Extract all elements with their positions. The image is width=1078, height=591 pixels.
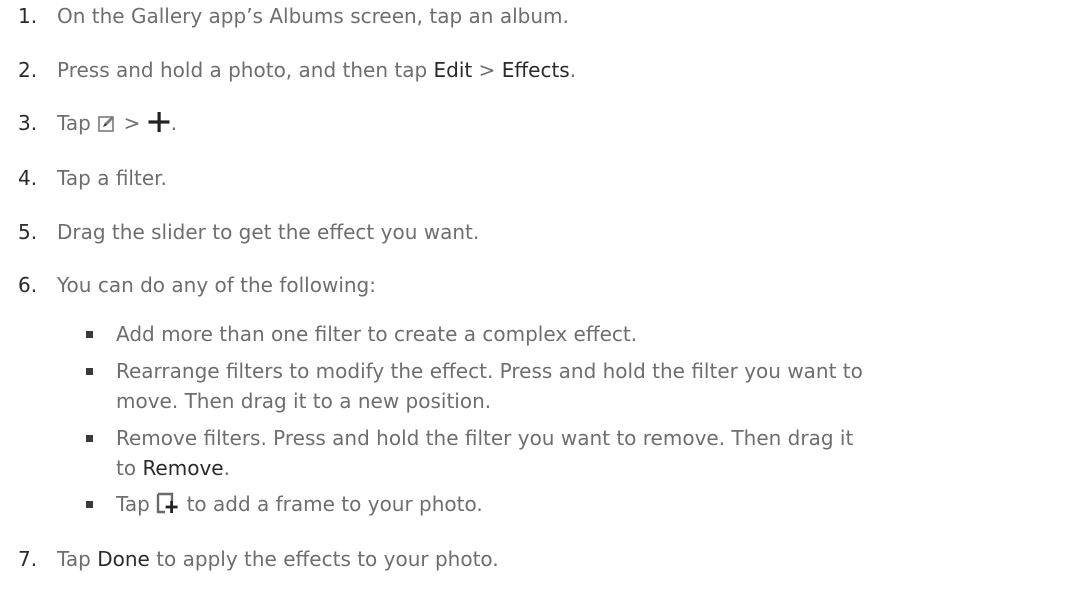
bullet-text: Tap xyxy=(116,492,157,516)
step-1: 1. On the Gallery app’s Albums screen, ta… xyxy=(18,2,569,30)
step-number: 5. xyxy=(18,220,38,244)
done-label: Done xyxy=(97,547,150,571)
step-text: > xyxy=(117,111,147,135)
step-text: Drag the slider to get the effect you wa… xyxy=(57,220,480,244)
step-4: 4. Tap a filter. xyxy=(18,164,167,192)
step-number: 6. xyxy=(18,273,38,297)
add-frame-icon xyxy=(156,492,180,521)
instructions-document: 1. On the Gallery app’s Albums screen, ta… xyxy=(0,0,1078,591)
step-text: Tap xyxy=(57,111,98,135)
step-3: 3. Tap > . xyxy=(18,109,177,140)
step-text: On the Gallery app’s Albums screen, tap … xyxy=(57,4,569,28)
bullet-marker xyxy=(86,435,93,442)
step-6: 6. You can do any of the following: xyxy=(18,271,376,299)
step-text: > xyxy=(472,58,502,82)
step-number: 7. xyxy=(18,547,38,571)
edit-label: Edit xyxy=(433,58,473,82)
step-text: Tap a filter. xyxy=(57,166,167,190)
step-7: 7. Tap Done to apply the effects to your … xyxy=(18,545,499,573)
bullet-text-line: to Remove. xyxy=(116,454,230,482)
step-text: . xyxy=(569,58,577,82)
bullet-text: . xyxy=(223,456,230,480)
step-text: . xyxy=(170,111,178,135)
step-text: Press and hold a photo, and then tap xyxy=(57,58,434,82)
step-number: 3. xyxy=(18,111,38,135)
plus-icon xyxy=(147,111,171,140)
bullet-text: to add a frame to your photo. xyxy=(180,492,483,516)
step-number: 2. xyxy=(18,58,38,82)
bullet-marker xyxy=(86,501,93,508)
bullet-text: to xyxy=(116,456,143,480)
remove-label: Remove xyxy=(142,456,224,480)
bullet-text: Remove filters. Press and hold the filte… xyxy=(116,426,854,450)
step-text: You can do any of the following: xyxy=(57,273,376,297)
step-number: 1. xyxy=(18,4,38,28)
step-5: 5. Drag the slider to get the effect you … xyxy=(18,218,479,246)
bullet-text: move. Then drag it to a new position. xyxy=(116,389,492,413)
bullet-marker xyxy=(86,368,93,375)
edit-pencil-icon xyxy=(97,112,117,140)
step-2: 2. Press and hold a photo, and then tap E… xyxy=(18,56,576,84)
step-number: 4. xyxy=(18,166,38,190)
bullet-text-line: Tap to add a frame to your photo. xyxy=(116,490,483,521)
effects-label: Effects xyxy=(501,58,570,82)
bullet-marker xyxy=(86,331,93,338)
step-text: Tap xyxy=(57,547,98,571)
step-text: to apply the effects to your photo. xyxy=(149,547,499,571)
bullet-text: Add more than one filter to create a com… xyxy=(116,322,638,346)
bullet-text: Rearrange filters to modify the effect. … xyxy=(116,359,863,383)
